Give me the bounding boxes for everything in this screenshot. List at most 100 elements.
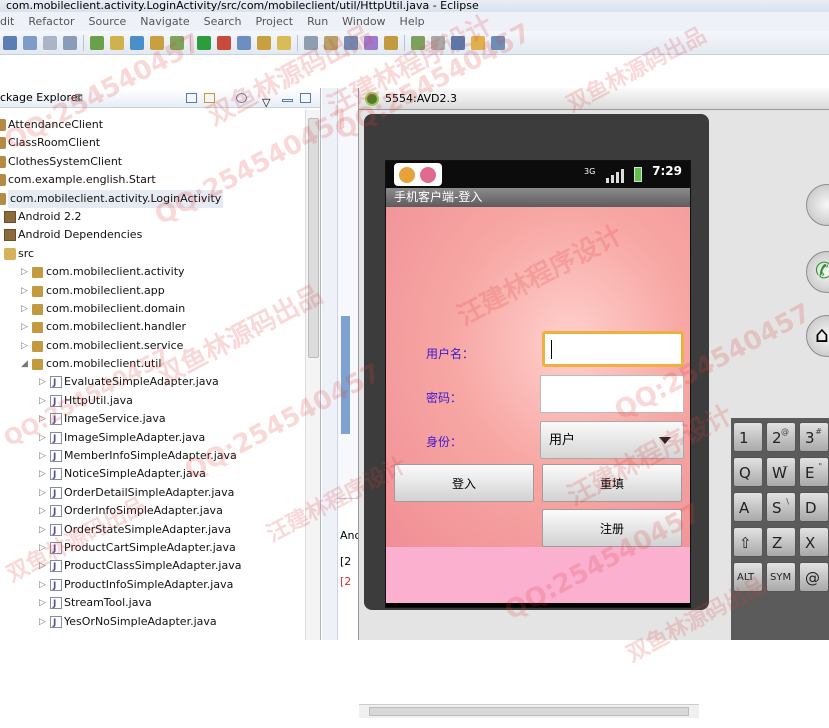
expand-toggle-icon[interactable]: ▷ [39, 447, 46, 465]
toolbar-button-icon[interactable] [431, 36, 445, 50]
toolbar-button-icon[interactable] [23, 36, 37, 50]
expand-toggle-icon[interactable]: ▷ [39, 429, 46, 447]
tree-item[interactable]: com.example.english.Start [0, 171, 305, 189]
toolbar-button-icon[interactable] [197, 36, 211, 50]
tree-item[interactable]: ▷ StreamTool.java [0, 594, 305, 613]
toolbar-button-icon[interactable] [63, 36, 77, 50]
tree-item[interactable]: ▷ com.mobileclient.domain [0, 300, 305, 318]
key-d[interactable]: D [799, 492, 829, 522]
password-input[interactable] [540, 375, 684, 413]
toolbar-button-icon[interactable] [304, 36, 318, 50]
expand-toggle-icon[interactable]: ▷ [39, 576, 46, 594]
toolbar-button-icon[interactable] [237, 36, 251, 50]
tree-item[interactable]: ▷ com.mobileclient.app [0, 282, 305, 300]
tree-item[interactable]: ClassRoomClient [0, 134, 305, 152]
menu-item-search[interactable]: Search [204, 15, 242, 28]
toolbar-button-icon[interactable] [110, 36, 124, 50]
collapse-all-icon[interactable] [186, 93, 197, 103]
tree-item[interactable]: ◢ com.mobileclient.util [0, 355, 305, 373]
tree-item[interactable]: ▷ ProductCartSimpleAdapter.java [0, 539, 305, 558]
expand-toggle-icon[interactable]: ▷ [39, 613, 46, 631]
tree-item[interactable]: com.mobileclient.activity.LoginActivity [0, 189, 305, 208]
minimize-icon[interactable] [282, 99, 293, 102]
menu-item-refactor[interactable]: Refactor [28, 15, 74, 28]
toolbar-button-icon[interactable] [43, 36, 57, 50]
tree-item[interactable]: ▷ ProductInfoSimpleAdapter.java [0, 576, 305, 595]
tree-item[interactable]: ▷ OrderDetailSimpleAdapter.java [0, 484, 305, 503]
key-z[interactable]: Z [766, 527, 796, 557]
tree-item[interactable]: ▷ MemberInfoSimpleAdapter.java [0, 447, 305, 466]
toolbar-button-icon[interactable] [130, 36, 144, 50]
key-x[interactable]: X [799, 527, 829, 557]
tree-item[interactable]: ▷ EvaluateSimpleAdapter.java [0, 373, 305, 392]
close-icon[interactable]: ⊠ [74, 88, 83, 108]
expand-toggle-icon[interactable]: ▷ [21, 337, 28, 355]
key-1[interactable]: 1 [733, 422, 763, 452]
key-alt[interactable]: ALT [733, 562, 763, 592]
tree-item[interactable]: ▷ ImageService.java [0, 410, 305, 429]
tree-item[interactable]: src [0, 245, 305, 263]
expand-toggle-icon[interactable]: ▷ [39, 465, 46, 483]
login-button[interactable]: 登入 [394, 464, 534, 502]
home-button[interactable]: ⌂ [806, 315, 829, 357]
toolbar-button-icon[interactable] [170, 36, 184, 50]
maximize-icon[interactable] [300, 93, 311, 103]
key-2[interactable]: 2 @ [766, 422, 796, 452]
chevron-down-icon[interactable]: ▽ [262, 93, 273, 109]
toolbar-button-icon[interactable] [150, 36, 164, 50]
tree-item[interactable]: ▷ com.mobileclient.handler [0, 318, 305, 336]
tree-item[interactable]: ▷ OrderInfoSimpleAdapter.java [0, 502, 305, 521]
toolbar-button-icon[interactable] [411, 36, 425, 50]
scrollbar-thumb[interactable] [369, 707, 689, 716]
tree-item[interactable]: ▷ ProductClassSimpleAdapter.java [0, 557, 305, 576]
toolbar-button-icon[interactable] [324, 36, 338, 50]
key-@[interactable]: @ [799, 562, 829, 592]
expand-toggle-icon[interactable]: ▷ [21, 282, 28, 300]
tree-item[interactable]: Android 2.2 [0, 208, 305, 226]
horizontal-scrollbar[interactable] [359, 704, 699, 718]
expand-toggle-icon[interactable]: ▷ [39, 410, 46, 428]
expand-toggle-icon[interactable]: ▷ [39, 521, 46, 539]
menu-item-window[interactable]: Window [342, 15, 385, 28]
camera-button[interactable] [806, 184, 829, 226]
tree-item[interactable]: ▷ OrderStateSimpleAdapter.java [0, 521, 305, 540]
expand-toggle-icon[interactable]: ▷ [39, 373, 46, 391]
register-button[interactable]: 注册 [542, 509, 682, 547]
toolbar-button-icon[interactable] [90, 36, 104, 50]
tree-item[interactable]: ClothesSystemClient [0, 153, 305, 171]
toolbar-button-icon[interactable] [257, 36, 271, 50]
menu-item-run[interactable]: Run [307, 15, 328, 28]
key-sym[interactable]: SYM [766, 562, 796, 592]
expand-toggle-icon[interactable]: ▷ [21, 263, 28, 281]
expand-toggle-icon[interactable]: ▷ [21, 318, 28, 336]
expand-toggle-icon[interactable]: ▷ [39, 539, 46, 557]
tree-item[interactable]: AttendanceClient [0, 116, 305, 134]
expand-toggle-icon[interactable]: ▷ [39, 594, 46, 612]
toolbar-button-icon[interactable] [471, 36, 485, 50]
tree-item[interactable]: ▷ YesOrNoSimpleAdapter.java [0, 613, 305, 632]
key-s[interactable]: S \ [766, 492, 796, 522]
tree-item[interactable]: ▷ ImageSimpleAdapter.java [0, 429, 305, 448]
key-e[interactable]: E " [799, 457, 829, 487]
scrollbar-thumb[interactable] [308, 118, 319, 358]
toolbar-button-icon[interactable] [364, 36, 378, 50]
tree-item[interactable]: ▷ com.mobileclient.service [0, 337, 305, 355]
toolbar-button-icon[interactable] [491, 36, 505, 50]
menu-item-dit[interactable]: dit [0, 15, 14, 28]
expand-toggle-icon[interactable]: ▷ [39, 557, 46, 575]
toolbar-button-icon[interactable] [344, 36, 358, 50]
view-menu-icon[interactable] [236, 93, 247, 103]
toolbar-button-icon[interactable] [3, 36, 17, 50]
call-button[interactable]: ✆ [806, 251, 829, 293]
tree-item[interactable]: Android Dependencies [0, 226, 305, 244]
tree-item[interactable]: ▷ NoticeSimpleAdapter.java [0, 465, 305, 484]
expand-toggle-icon[interactable]: ▷ [21, 300, 28, 318]
tree-item[interactable]: ▷ HttpUtil.java [0, 392, 305, 411]
tree-item[interactable]: ▷ com.mobileclient.activity [0, 263, 305, 281]
key-⇧[interactable]: ⇧ [733, 527, 763, 557]
link-editor-icon[interactable] [204, 93, 215, 103]
expand-toggle-icon[interactable]: ▷ [39, 484, 46, 502]
key-q[interactable]: Q [733, 457, 763, 487]
key-a[interactable]: A [733, 492, 763, 522]
key-w[interactable]: W ~ [766, 457, 796, 487]
